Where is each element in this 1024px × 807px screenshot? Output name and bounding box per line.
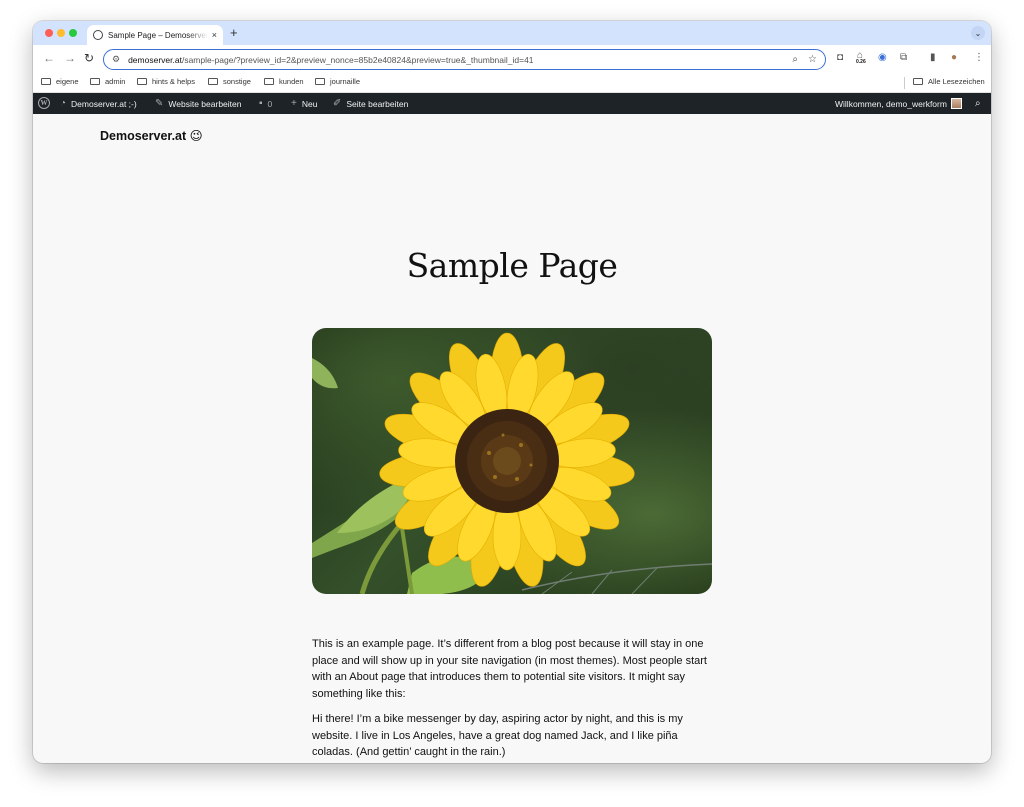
tab-search-button[interactable]: ⌄ (971, 26, 985, 40)
dashboard-icon: ◔ (60, 98, 67, 109)
admin-edit-page[interactable]: ✐ Seite bearbeiten (333, 98, 408, 109)
bookmark-folder[interactable]: eigene (41, 77, 79, 86)
admin-account[interactable]: Willkommen, demo_werkform (835, 98, 962, 109)
comment-icon: ▪ (259, 98, 263, 109)
tab-close-button[interactable]: × (212, 30, 217, 40)
tab-strip: Sample Page – Demoserver.at ;-) × + ⌄ (33, 21, 991, 45)
new-tab-button[interactable]: + (230, 25, 238, 40)
bookmark-star-icon[interactable]: ☆ (808, 54, 817, 65)
admin-edit-site[interactable]: ✎ Website bearbeiten (155, 98, 241, 109)
folder-icon (264, 78, 274, 85)
all-bookmarks-folder[interactable]: Alle Lesezeichen (913, 77, 985, 86)
extensions-icon[interactable]: ⧉ (900, 52, 907, 63)
pencil-icon: ✐ (333, 98, 342, 109)
folder-icon (913, 78, 923, 85)
folder-icon (208, 78, 218, 85)
forward-button[interactable]: → (64, 51, 76, 65)
side-panel-icon[interactable]: ▮ (930, 52, 936, 63)
camera-icon[interactable]: ◘ (837, 52, 843, 63)
bookmark-folder[interactable]: sonstige (208, 77, 251, 86)
tab-sample-page[interactable]: Sample Page – Demoserver.at ;-) × (87, 25, 223, 45)
site-title[interactable]: Demoserver.at 😉 (100, 128, 203, 143)
minimize-window-button[interactable] (57, 29, 65, 37)
admin-new[interactable]: + Neu (291, 98, 317, 109)
bookmark-folder[interactable]: hints & helps (137, 77, 195, 86)
bookmarks-bar: eigene admin hints & helps sonstige kund… (33, 73, 991, 93)
featured-image-sunflower (312, 328, 712, 594)
bookmark-folder[interactable]: kunden (264, 77, 304, 86)
folder-icon (137, 78, 147, 85)
folder-icon (41, 78, 51, 85)
address-bar[interactable]: ⚙ demoserver.at/sample-page/?preview_id=… (103, 49, 826, 70)
password-icon[interactable]: ◉ (878, 52, 887, 63)
folder-icon (315, 78, 325, 85)
bookmark-folder[interactable]: journaille (315, 77, 360, 86)
folder-icon (90, 78, 100, 85)
globe-icon (93, 30, 103, 40)
plus-icon: + (291, 98, 297, 109)
reload-button[interactable]: ↻ (84, 51, 94, 65)
content-paragraph: Hi there! I’m a bike messenger by day, a… (312, 713, 683, 758)
profile-icon[interactable]: ● (951, 52, 957, 63)
content-paragraph: This is an example page. It’s different … (312, 638, 707, 700)
avatar (950, 98, 962, 109)
bookmark-folder[interactable]: admin (90, 77, 125, 86)
url-text[interactable]: demoserver.at/sample-page/?preview_id=2&… (128, 55, 782, 65)
bookmarks-divider (904, 77, 905, 89)
site-info-icon[interactable]: ⚙ (112, 54, 120, 65)
extension-badge: 0.26 (856, 59, 866, 65)
admin-comments[interactable]: ▪ 0 (259, 98, 272, 109)
back-button[interactable]: ← (43, 51, 55, 65)
maximize-window-button[interactable] (69, 29, 77, 37)
wp-admin-bar: W ◔ Demoserver.at ;-) ✎ Website bearbeiten… (33, 93, 991, 114)
admin-site-name[interactable]: ◔ Demoserver.at ;-) (60, 98, 137, 109)
menu-icon[interactable]: ⋮ (974, 52, 984, 63)
tab-title: Sample Page – Demoserver.at ;-) (108, 30, 208, 40)
browser-window: Sample Page – Demoserver.at ;-) × + ⌄ ← … (33, 21, 991, 763)
page-title: Sample Page (406, 246, 618, 285)
close-window-button[interactable] (45, 29, 53, 37)
page-content: This is an example page. It’s different … (312, 636, 712, 763)
browser-toolbar: ← → ↻ ⚙ demoserver.at/sample-page/?previ… (33, 45, 991, 73)
search-icon[interactable]: ⌕ (975, 98, 981, 109)
wordpress-logo-icon[interactable]: W (38, 97, 50, 109)
brush-icon: ✎ (155, 98, 164, 109)
sunflower-illustration (312, 332, 712, 594)
zoom-icon[interactable]: ⌕ (792, 54, 798, 65)
